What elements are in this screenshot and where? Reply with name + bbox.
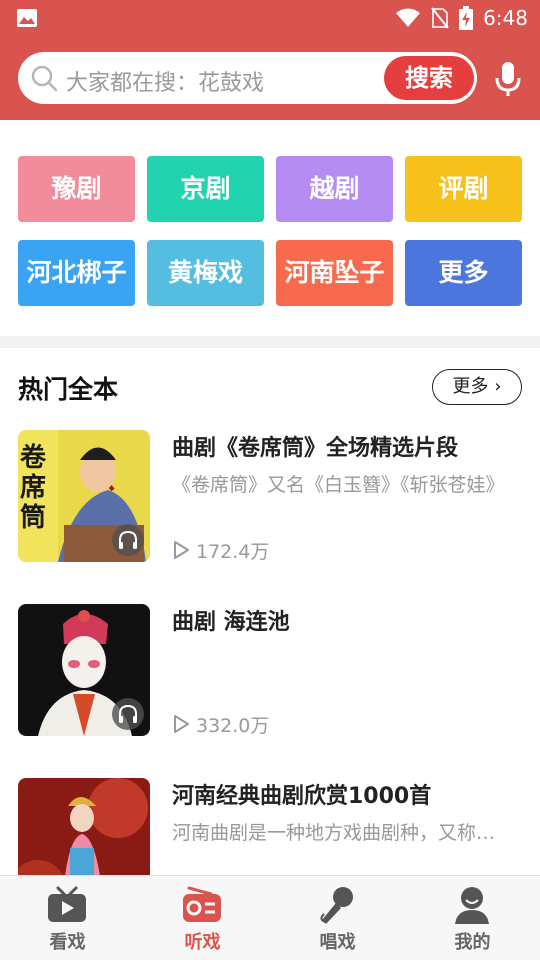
chevron-right-icon: › — [494, 376, 502, 397]
category-yuju[interactable]: 豫剧 — [18, 156, 135, 222]
thumbnail: 卷 席 筒 — [18, 430, 150, 562]
item-title: 曲剧 海连池 — [172, 610, 290, 635]
nav-listen[interactable]: 听戏 — [135, 876, 270, 960]
thumbnail — [18, 604, 150, 736]
category-jingju[interactable]: 京剧 — [147, 156, 264, 222]
category-hebei-bangzi[interactable]: 河北梆子 — [18, 240, 135, 306]
nav-label-mine: 我的 — [454, 932, 491, 953]
category-huangmeixi[interactable]: 黄梅戏 — [147, 240, 264, 306]
item-description: 《卷席筒》又名《白玉簪》《斩张苍娃》 — [172, 474, 505, 496]
nav-label-sing: 唱戏 — [319, 932, 356, 953]
microphone-icon[interactable] — [492, 60, 524, 98]
headphones-icon — [112, 524, 144, 556]
svg-text:卷: 卷 — [20, 443, 47, 473]
item-title: 河南经典曲剧欣赏1000首 — [172, 784, 432, 809]
section-title: 热门全本 — [18, 375, 119, 404]
play-count: 332.0万 — [172, 712, 270, 737]
nav-sing[interactable]: 唱戏 — [270, 876, 405, 960]
user-icon — [455, 887, 489, 924]
microphone-icon — [320, 887, 353, 924]
category-pingju[interactable]: 评剧 — [405, 156, 522, 222]
search-row: 大家都在搜：花鼓戏 搜索 — [18, 52, 522, 104]
section-divider — [0, 336, 540, 348]
no-sim-icon — [431, 7, 449, 29]
status-time: 6:48 — [483, 6, 528, 30]
more-button[interactable]: 更多 › — [432, 369, 522, 405]
item-title: 曲剧《卷席筒》全场精选片段 — [172, 436, 459, 461]
nav-label-watch: 看戏 — [49, 932, 86, 953]
play-count-value: 332.0万 — [196, 714, 270, 737]
headphones-icon — [112, 698, 144, 730]
category-yueju[interactable]: 越剧 — [276, 156, 393, 222]
wifi-icon — [396, 8, 421, 27]
search-icon — [31, 65, 58, 92]
list-item[interactable]: 曲剧 海连池 332.0万 — [0, 604, 540, 737]
category-henan-zhuizi[interactable]: 河南坠子 — [276, 240, 393, 306]
bottom-nav: 看戏 听戏 唱戏 我的 — [0, 875, 540, 960]
header: 6:48 大家都在搜：花鼓戏 搜索 — [0, 0, 540, 120]
nav-watch[interactable]: 看戏 — [0, 876, 135, 960]
tv-icon — [48, 886, 86, 922]
play-count-value: 172.4万 — [196, 540, 270, 563]
nav-label-listen: 听戏 — [184, 932, 221, 953]
svg-text:席: 席 — [20, 472, 46, 503]
image-notification-icon — [17, 9, 37, 27]
nav-mine[interactable]: 我的 — [405, 876, 540, 960]
search-input[interactable]: 大家都在搜：花鼓戏 搜索 — [18, 52, 477, 104]
play-count: 172.4万 — [172, 538, 270, 563]
status-bar: 6:48 — [0, 0, 540, 36]
category-more[interactable]: 更多 — [405, 240, 522, 306]
more-label: 更多 — [452, 376, 489, 397]
radio-icon — [183, 886, 221, 922]
battery-charging-icon — [459, 6, 474, 30]
item-description: 河南曲剧是一种地方戏曲剧种，又称曲子戏 — [172, 822, 507, 844]
play-icon — [174, 715, 189, 733]
play-icon — [174, 541, 189, 559]
search-placeholder: 大家都在搜：花鼓戏 — [66, 71, 265, 96]
svg-text:筒: 筒 — [20, 502, 46, 533]
list-item[interactable]: 卷 席 筒 曲剧《卷席筒》全场精选片段 《卷席筒》又名《白玉簪》《斩张苍娃》 1… — [0, 430, 540, 563]
search-button[interactable]: 搜索 — [384, 56, 474, 100]
